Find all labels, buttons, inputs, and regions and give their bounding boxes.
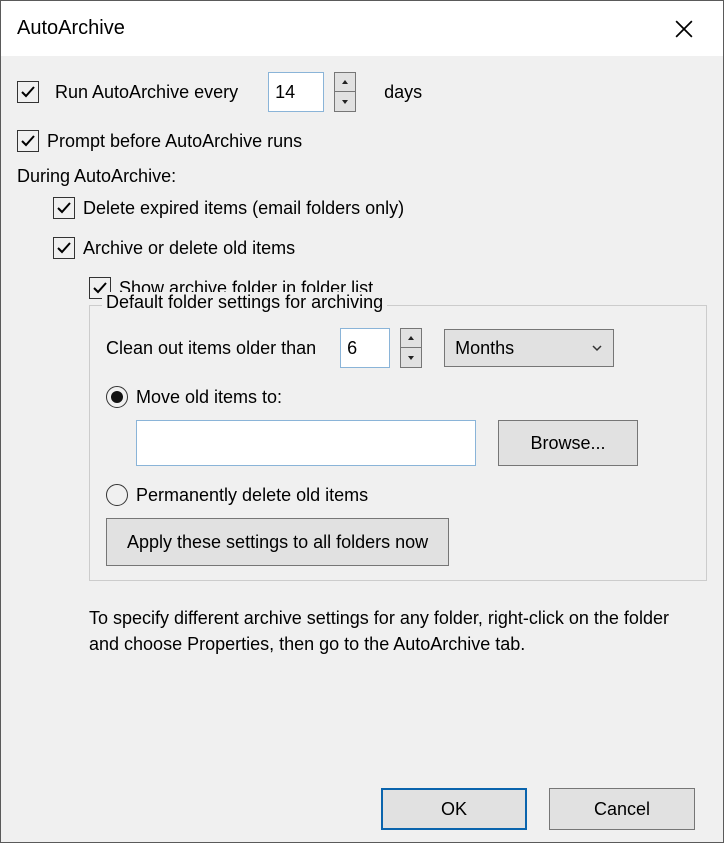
check-icon xyxy=(56,240,72,256)
clean-out-spinner xyxy=(400,328,422,368)
cancel-button[interactable]: Cancel xyxy=(549,788,695,830)
chevron-down-icon xyxy=(591,342,603,354)
move-radio-label: Move old items to: xyxy=(136,387,282,408)
clean-out-spin-down[interactable] xyxy=(400,348,422,368)
close-icon xyxy=(675,20,693,38)
run-every-spin-up[interactable] xyxy=(334,72,356,92)
dialog-title: AutoArchive xyxy=(17,17,125,40)
prompt-row: Prompt before AutoArchive runs xyxy=(17,130,707,152)
move-path-input[interactable] xyxy=(136,420,476,466)
titlebar: AutoArchive xyxy=(1,1,723,56)
clean-out-input[interactable] xyxy=(340,328,390,368)
clean-out-label: Clean out items older than xyxy=(106,338,316,359)
archive-old-label: Archive or delete old items xyxy=(83,238,295,259)
run-every-label: Run AutoArchive every xyxy=(55,82,238,103)
move-radio-row: Move old items to: xyxy=(106,386,696,408)
dialog-footer: OK Cancel xyxy=(17,776,707,830)
during-label: During AutoArchive: xyxy=(17,166,707,187)
perm-delete-radio[interactable] xyxy=(106,484,128,506)
browse-button-label: Browse... xyxy=(530,433,605,454)
chevron-up-icon xyxy=(407,334,415,342)
run-every-row: Run AutoArchive every days xyxy=(17,72,707,112)
close-button[interactable] xyxy=(661,13,707,45)
check-icon xyxy=(20,133,36,149)
chevron-down-icon xyxy=(341,98,349,106)
check-icon xyxy=(20,84,36,100)
perm-delete-row: Permanently delete old items xyxy=(106,484,696,506)
check-icon xyxy=(56,200,72,216)
ok-button[interactable]: OK xyxy=(381,788,527,830)
run-every-spinner xyxy=(334,72,356,112)
clean-out-row: Clean out items older than Months xyxy=(106,328,696,368)
run-every-input[interactable] xyxy=(268,72,324,112)
prompt-label: Prompt before AutoArchive runs xyxy=(47,131,302,152)
ok-button-label: OK xyxy=(441,799,467,820)
perm-delete-label: Permanently delete old items xyxy=(136,485,368,506)
chevron-down-icon xyxy=(407,354,415,362)
cancel-button-label: Cancel xyxy=(594,799,650,820)
hint-text: To specify different archive settings fo… xyxy=(89,605,707,657)
apply-all-label: Apply these settings to all folders now xyxy=(127,532,428,553)
archive-old-checkbox[interactable] xyxy=(53,237,75,259)
unit-select[interactable]: Months xyxy=(444,329,614,367)
run-every-suffix: days xyxy=(384,82,422,103)
archive-old-row: Archive or delete old items xyxy=(17,237,707,259)
apply-row: Apply these settings to all folders now xyxy=(106,518,696,566)
clean-out-spin-up[interactable] xyxy=(400,328,422,348)
unit-select-value: Months xyxy=(455,338,514,359)
run-every-spin-down[interactable] xyxy=(334,92,356,112)
delete-expired-row: Delete expired items (email folders only… xyxy=(17,197,707,219)
group-legend: Default folder settings for archiving xyxy=(102,292,387,313)
chevron-up-icon xyxy=(341,78,349,86)
default-settings-group: Default folder settings for archiving Cl… xyxy=(89,305,707,581)
move-path-row: Browse... xyxy=(106,420,696,466)
delete-expired-label: Delete expired items (email folders only… xyxy=(83,198,404,219)
apply-all-button[interactable]: Apply these settings to all folders now xyxy=(106,518,449,566)
move-radio[interactable] xyxy=(106,386,128,408)
prompt-checkbox[interactable] xyxy=(17,130,39,152)
client-area: Run AutoArchive every days Prompt before… xyxy=(1,56,723,842)
delete-expired-checkbox[interactable] xyxy=(53,197,75,219)
run-every-checkbox[interactable] xyxy=(17,81,39,103)
autoarchive-dialog: AutoArchive Run AutoArchive every days xyxy=(0,0,724,843)
browse-button[interactable]: Browse... xyxy=(498,420,638,466)
